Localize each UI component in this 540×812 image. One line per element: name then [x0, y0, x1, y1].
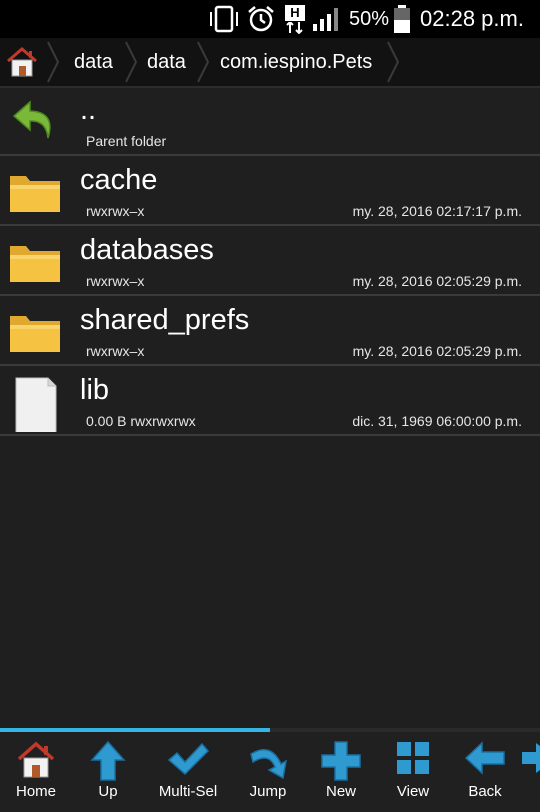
jump-button-label: Jump — [249, 783, 287, 800]
file-name: shared_prefs — [80, 304, 250, 336]
up-arrow-icon — [90, 740, 126, 781]
status-bar: H 50% 02:28 p.m. — [0, 0, 540, 38]
up-button-label: Up — [98, 783, 118, 800]
breadcrumb-item[interactable]: data — [147, 38, 186, 86]
back-arrow-icon — [464, 741, 505, 775]
folder-icon — [10, 316, 60, 352]
file-permissions: rwxrwx–x — [86, 343, 145, 359]
breadcrumb-separator — [197, 41, 210, 83]
home-icon — [7, 47, 37, 77]
up-button[interactable]: Up — [72, 732, 144, 812]
view-button[interactable]: View — [377, 732, 449, 812]
file-size-permissions: 0.00 B rwxrwxrwx — [86, 413, 196, 429]
file-name: lib — [80, 374, 110, 406]
vibrate-icon — [208, 0, 240, 38]
back-button-label: Back — [468, 783, 502, 800]
breadcrumb: data data com.iespino.Pets — [0, 38, 540, 88]
back-arrow-icon — [12, 100, 51, 139]
list-item-file[interactable]: lib 0.00 B rwxrwxrwx dic. 31, 1969 06:00… — [0, 366, 540, 436]
file-meta: Parent folder — [86, 133, 167, 149]
breadcrumb-separator — [47, 41, 60, 83]
back-button[interactable]: Back — [449, 732, 521, 812]
home-button-label: Home — [15, 783, 56, 800]
list-item-parent-folder[interactable]: .. Parent folder — [0, 86, 540, 156]
file-icon — [15, 377, 57, 432]
forward-arrow-icon — [522, 743, 540, 773]
grid-view-icon — [397, 742, 429, 774]
view-button-label: View — [396, 783, 430, 800]
file-date: my. 28, 2016 02:17:17 p.m. — [352, 203, 522, 219]
checkmark-icon — [167, 742, 210, 776]
new-button-label: New — [325, 783, 356, 800]
file-name: .. — [80, 94, 97, 126]
battery-icon — [393, 0, 411, 38]
battery-percent: 50% — [349, 7, 390, 30]
breadcrumb-item-current[interactable]: com.iespino.Pets — [220, 38, 372, 86]
jump-button[interactable]: Jump — [232, 732, 304, 812]
file-name: databases — [80, 234, 214, 266]
breadcrumb-separator — [125, 41, 138, 83]
folder-icon — [10, 246, 60, 282]
home-button[interactable]: Home — [0, 732, 72, 812]
alarm-icon — [246, 0, 276, 38]
new-button[interactable]: New — [305, 732, 377, 812]
jump-arrow-icon — [250, 749, 288, 780]
clock: 02:28 p.m. — [420, 6, 524, 31]
network-type-icon: H — [284, 0, 306, 38]
list-item-folder[interactable]: shared_prefs rwxrwx–x my. 28, 2016 02:05… — [0, 296, 540, 366]
file-name: cache — [80, 164, 158, 196]
folder-icon — [10, 176, 60, 212]
breadcrumb-home-button[interactable] — [0, 38, 44, 86]
toolbar-overflow-button[interactable] — [522, 732, 540, 812]
network-type-label: H — [285, 5, 305, 21]
plus-icon — [321, 741, 361, 781]
file-date: my. 28, 2016 02:05:29 p.m. — [352, 273, 522, 289]
home-icon — [17, 741, 55, 778]
breadcrumb-item[interactable]: data — [74, 38, 113, 86]
bottom-toolbar: Home Up Multi-Sel Jump New View Back — [0, 732, 540, 812]
file-list: .. Parent folder cache rwxrwx–x my. 28, … — [0, 86, 540, 436]
file-permissions: rwxrwx–x — [86, 273, 145, 289]
file-permissions: rwxrwx–x — [86, 203, 145, 219]
breadcrumb-separator — [387, 41, 400, 83]
signal-icon — [312, 0, 342, 38]
list-item-folder[interactable]: databases rwxrwx–x my. 28, 2016 02:05:29… — [0, 226, 540, 296]
list-item-folder[interactable]: cache rwxrwx–x my. 28, 2016 02:17:17 p.m… — [0, 156, 540, 226]
file-date: my. 28, 2016 02:05:29 p.m. — [352, 343, 522, 359]
file-date: dic. 31, 1969 06:00:00 p.m. — [352, 413, 522, 429]
multi-select-button[interactable]: Multi-Sel — [152, 732, 224, 812]
multi-select-button-label: Multi-Sel — [158, 783, 218, 800]
